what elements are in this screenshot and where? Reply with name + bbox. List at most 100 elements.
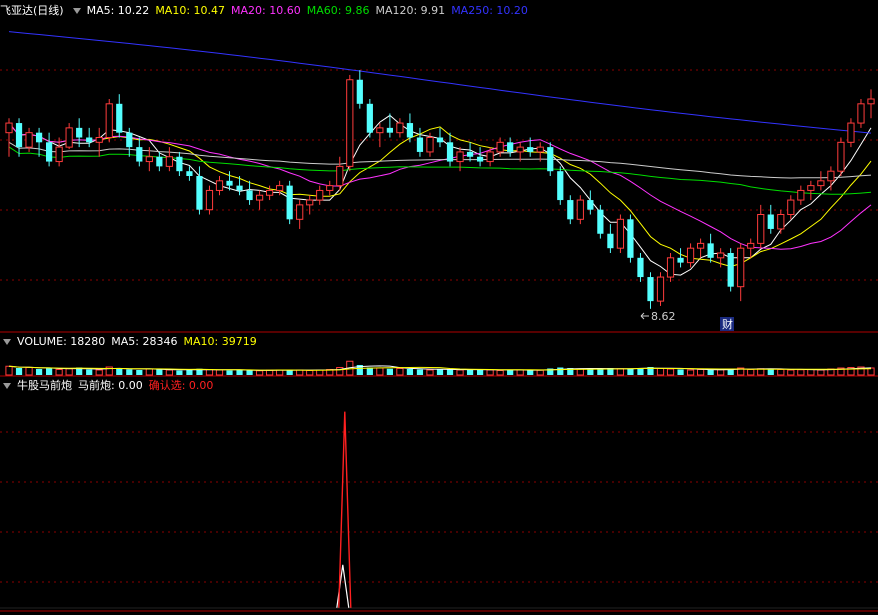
volume-bar [336, 367, 344, 376]
volume-bar [536, 369, 544, 376]
candle-body [747, 242, 755, 249]
candle-body [637, 257, 644, 278]
indicator-name: 牛股马前炮 [17, 379, 72, 392]
candle-body [215, 180, 224, 191]
candle-body [186, 171, 193, 176]
volume-bar [707, 370, 714, 375]
volume-bar [456, 369, 464, 376]
candle-body [205, 189, 214, 211]
volume-bar [145, 368, 153, 376]
volume-value: VOLUME: 18280 [17, 335, 106, 348]
candle-body [25, 132, 33, 148]
stock-name[interactable]: 飞亚达(日线) [0, 4, 64, 17]
volume-series [5, 360, 875, 376]
volume-bar [386, 368, 393, 375]
volume-bar [527, 370, 534, 375]
chevron-down-icon[interactable] [3, 339, 11, 345]
candle-body [5, 122, 13, 134]
candle-body [666, 257, 675, 278]
candle-body [105, 103, 113, 138]
ma5-value: MA5: 10.22 [86, 4, 150, 17]
candle-body [576, 199, 584, 220]
candle-body [607, 233, 614, 249]
candle-body [246, 190, 253, 201]
candle-body [496, 141, 504, 153]
candle-body [406, 123, 414, 138]
volume-bar [15, 368, 23, 375]
volume-bar [156, 369, 163, 375]
volume-bar [165, 369, 173, 376]
volume-bar [215, 369, 224, 376]
chevron-down-icon[interactable] [3, 383, 11, 389]
volume-bar [747, 369, 755, 376]
candle-body [757, 214, 765, 244]
low-price-label: 8.62 [651, 310, 676, 323]
volume-bar [5, 365, 13, 376]
candle-body [95, 137, 103, 143]
chevron-down-icon[interactable] [72, 8, 81, 14]
candle-body [176, 156, 183, 172]
ma10-value: MA10: 10.47 [155, 4, 226, 17]
volume-bar [126, 369, 133, 375]
candle-body [346, 79, 354, 167]
candle-body [817, 180, 825, 187]
ma120-value: MA120: 9.91 [375, 4, 446, 17]
indicator-grid [0, 431, 878, 583]
volume-bar [686, 369, 695, 376]
stock-chart-canvas[interactable]: 8.62 财 [0, 0, 878, 615]
candle-body [727, 253, 734, 287]
candle-body [65, 127, 73, 148]
candle-body [35, 132, 43, 143]
candle-body [296, 204, 304, 220]
volume-bar [316, 369, 324, 376]
volume-ma5-value: MA5: 28346 [111, 335, 178, 348]
candle-body [136, 147, 143, 162]
volume-bar [767, 369, 774, 375]
volume-bar [176, 370, 183, 375]
candle-body [837, 141, 845, 172]
candle-body [557, 171, 564, 201]
volume-bar [116, 368, 123, 375]
candle-body [867, 98, 875, 105]
volume-bar [787, 369, 795, 376]
candle-body [156, 156, 163, 167]
candle-body [857, 103, 865, 124]
volume-bar [416, 369, 424, 375]
candle-body [807, 185, 815, 191]
volume-bar [65, 368, 73, 376]
volume-bar [136, 370, 143, 375]
candle-body [686, 247, 695, 264]
volume-bar [516, 369, 524, 376]
ma250-value: MA250: 10.20 [451, 4, 528, 17]
candle-body [426, 137, 434, 153]
volume-bar [476, 369, 484, 375]
volume-bar [376, 367, 384, 376]
finance-marker[interactable]: 财 [720, 317, 734, 331]
candle-body [567, 200, 574, 220]
volume-bar [35, 369, 43, 375]
volume-bar [677, 369, 684, 375]
volume-bar [797, 369, 805, 376]
candle-body [486, 151, 494, 163]
finance-marker-label: 财 [722, 317, 733, 331]
main-grid [0, 69, 878, 281]
volume-bar [296, 369, 304, 376]
volume-bar [576, 368, 584, 376]
volume-bar [817, 369, 825, 376]
candle-body [446, 142, 454, 162]
volume-bar [86, 369, 93, 375]
candle-body [707, 243, 714, 258]
volume-bar [246, 370, 253, 375]
volume-bar [186, 370, 193, 375]
candle-body [767, 214, 774, 229]
candle-body [336, 165, 344, 187]
volume-bar [436, 369, 444, 375]
candle-body [55, 146, 63, 163]
volume-bar [25, 367, 33, 376]
ma20-value: MA20: 10.60 [231, 4, 301, 17]
candle-body [236, 185, 243, 191]
ma60-value: MA60: 9.86 [306, 4, 370, 17]
candle-body [326, 185, 334, 191]
candle-body [76, 127, 83, 138]
candle-body [286, 185, 293, 220]
